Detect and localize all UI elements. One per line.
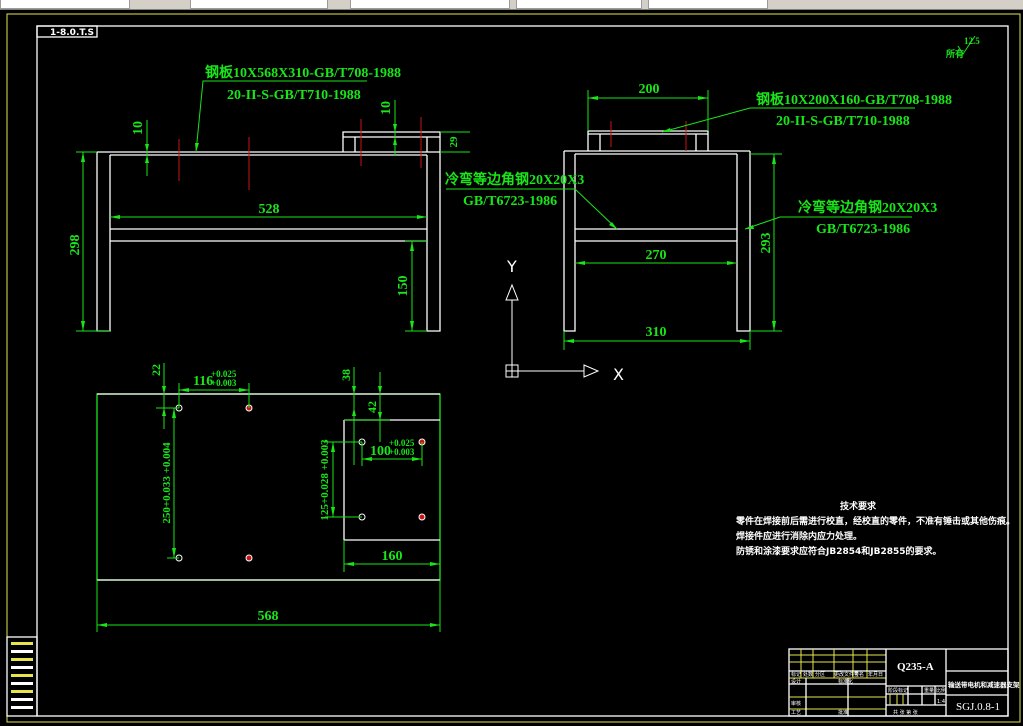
tb-label: 阶段标记 xyxy=(888,687,908,694)
dim-top-length: 568 xyxy=(258,609,279,624)
dim-side-width: 310 xyxy=(646,325,667,340)
ucs-y-label: Y xyxy=(506,257,517,276)
side-plate-note: 钢板10X200X160-GB/T708-1988 xyxy=(756,91,952,108)
technical-requirements: 技术要求 零件在焊接前后需进行校直，经校直的零件，不准有锤击或其他伤痕。 焊接件… xyxy=(735,500,1015,557)
dim-hole-spacing-c: 100 xyxy=(370,444,391,459)
dim-hole-spacing-b: 250+0.033 +0.004 xyxy=(161,442,173,524)
tb-sheet: 共 张 第 张 xyxy=(893,709,918,716)
tb-label: 分区 xyxy=(815,671,825,678)
tb-label: 设计 xyxy=(791,678,801,685)
tb-label: 重量 xyxy=(924,687,934,694)
tb-label: 签名 xyxy=(854,671,864,678)
color-dropdown[interactable] xyxy=(350,0,510,9)
tb-label: 审核 xyxy=(791,700,801,707)
tb-label: 工艺 xyxy=(791,710,801,716)
side-angle-std-right: GB/T6723-1986 xyxy=(816,222,910,237)
dim-hole-spacing-c-tol-lower: +0.003 xyxy=(389,447,415,457)
dim-crossbar-height: 150 xyxy=(396,276,411,297)
tb-drawing-number: SGJ.0.8-1 xyxy=(956,701,1000,713)
dim-edge-c: 42 xyxy=(365,401,379,413)
roughness-label: 所有 xyxy=(946,48,964,59)
ucs-icon: Y X xyxy=(505,257,624,384)
toolbar-field[interactable] xyxy=(0,0,130,9)
tb-label: 年月日 xyxy=(868,671,883,678)
cad-toolbar xyxy=(0,0,1023,10)
linetype-dropdown[interactable] xyxy=(516,0,642,9)
dim-edge-b: 38 xyxy=(339,369,353,381)
dim-front-span: 528 xyxy=(259,202,280,217)
layer-dropdown[interactable] xyxy=(190,0,328,9)
tech-requirement-line: 焊接件应进行消除内应力处理。 xyxy=(736,530,862,542)
tb-label: 标准化 xyxy=(838,678,853,685)
title-block: 标记 处数 分区 更改文件号 签名 年月日 设计 标准化 审核 工艺 批准 阶段… xyxy=(788,648,1020,717)
front-weld-note: 20-II-S-GB/T710-1988 xyxy=(227,88,361,103)
dim-plate-width: 160 xyxy=(382,549,403,564)
dim-plate-thickness: 10 xyxy=(131,121,146,135)
dim-hole-spacing-d: 125+0.028 +0.003 xyxy=(319,439,331,521)
tb-label: 批准 xyxy=(838,709,848,716)
dim-front-height: 298 xyxy=(68,235,83,256)
side-weld-note: 20-II-S-GB/T710-1988 xyxy=(776,114,910,129)
tb-label: 比例 xyxy=(936,687,946,694)
lineweight-dropdown[interactable] xyxy=(648,0,768,9)
hole-markers xyxy=(175,404,426,562)
tech-requirement-line: 零件在焊接前后需进行校直，经校直的零件，不准有锤击或其他伤痕。 xyxy=(735,515,1015,527)
roughness-value: 12.5 xyxy=(964,36,980,46)
side-angle-note-left: 冷弯等边角钢20X20X3 xyxy=(445,171,584,188)
tb-material: Q235-A xyxy=(897,661,934,673)
tb-label: 标记 xyxy=(791,671,801,678)
dim-side-height: 293 xyxy=(759,233,774,254)
tech-requirement-line: 防锈和涂漆要求应符合JB2854和JB2855的要求。 xyxy=(736,545,942,557)
tb-drawing-title: 输送带电机和减速器支架 xyxy=(948,680,1020,689)
left-legend-block xyxy=(6,636,38,717)
dim-side-top: 200 xyxy=(639,82,660,97)
side-angle-note-right: 冷弯等边角钢20X20X3 xyxy=(798,199,937,216)
tech-requirements-title: 技术要求 xyxy=(840,500,877,512)
dim-edge-a: 22 xyxy=(149,364,163,376)
dim-side-inner: 270 xyxy=(646,248,667,263)
dim-hole-spacing-a-tol-lower: +0.003 xyxy=(211,378,237,388)
tb-scale: 1:4 xyxy=(937,699,945,705)
dim-raised-thickness: 10 xyxy=(379,101,394,115)
side-angle-std-left: GB/T6723-1986 xyxy=(463,194,557,209)
frame-stamp: 1-8.0.T.S xyxy=(50,28,94,38)
ucs-x-label: X xyxy=(613,365,624,384)
front-view[interactable]: 298 528 150 10 10 29 钢板10X568X310-GB/T70… xyxy=(68,64,470,332)
dim-raised-height: 29 xyxy=(448,136,460,148)
top-view[interactable]: 568 160 22 116 +0.025 +0.003 250+0.033 +… xyxy=(96,363,441,632)
tb-label: 处数 xyxy=(803,671,813,678)
side-view[interactable]: 200 270 310 293 钢板10X200X160-GB/T708-198… xyxy=(445,82,952,350)
roughness-symbol: 12.5 所有 xyxy=(946,35,980,59)
drawing-canvas[interactable]: 1-8.0.T.S 12.5 所有 298 528 150 10 10 29 钢… xyxy=(0,10,1023,726)
front-plate-note: 钢板10X568X310-GB/T708-1988 xyxy=(205,64,401,81)
